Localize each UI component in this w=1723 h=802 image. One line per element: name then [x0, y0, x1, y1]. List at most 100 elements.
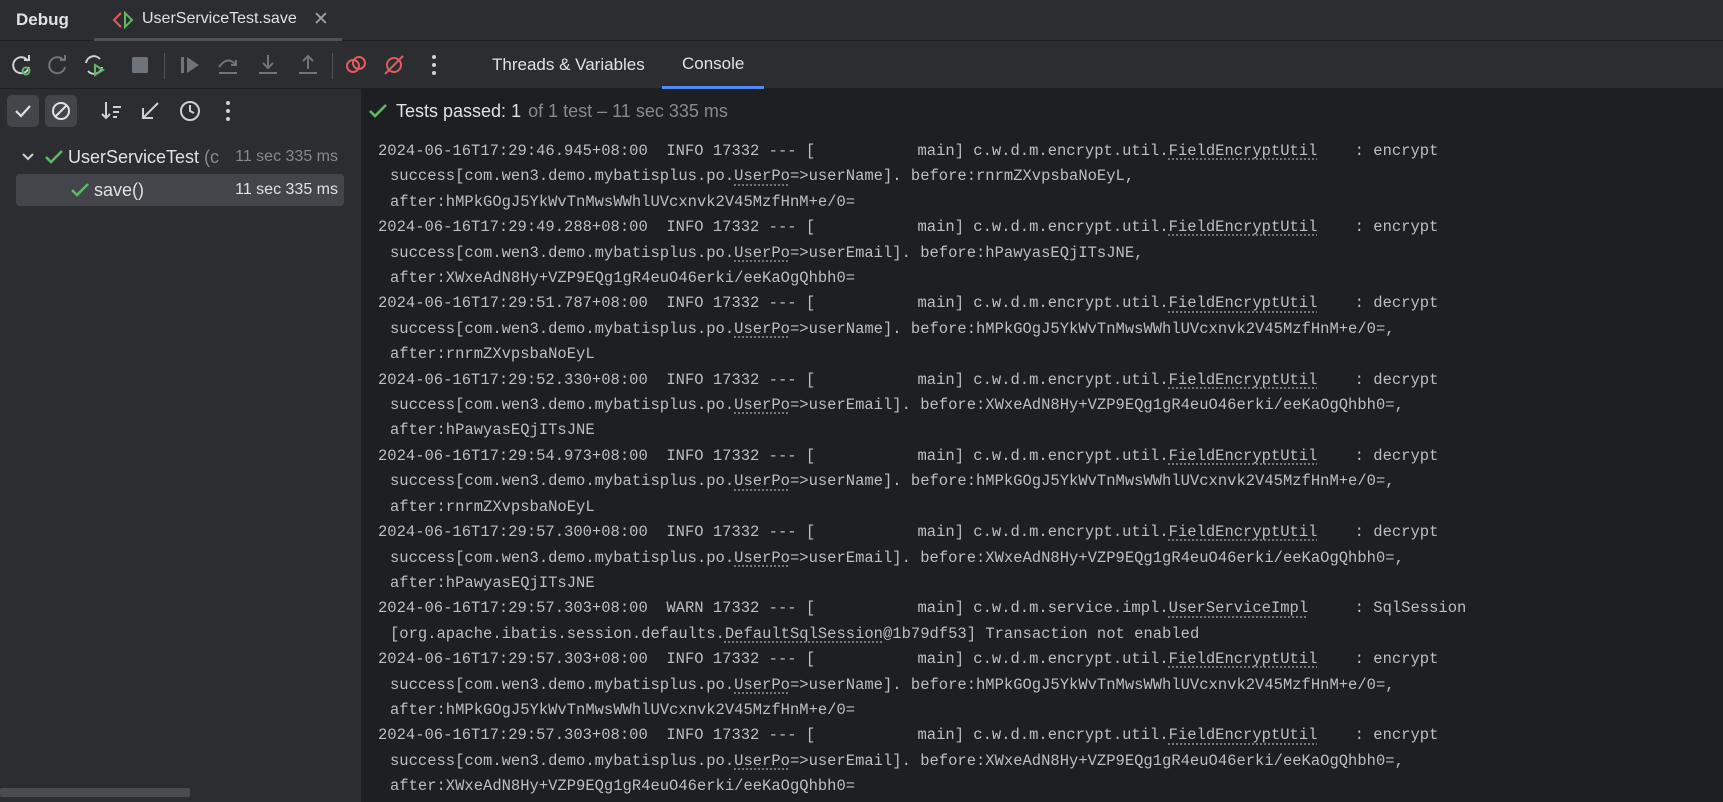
log-line: 2024-06-16T17:29:57.303+08:00 INFO 17332…	[378, 650, 1438, 668]
class-link[interactable]: UserServiceImpl	[1169, 599, 1309, 617]
class-link[interactable]: FieldEncryptUtil	[1169, 650, 1318, 668]
test-tree-panel: UserServiceTest (c 11 sec 335 ms save() …	[0, 89, 362, 802]
check-icon	[368, 102, 388, 120]
console-output[interactable]: 2024-06-16T17:29:46.945+08:00 INFO 17332…	[378, 139, 1718, 800]
log-line: 2024-06-16T17:29:49.288+08:00 INFO 17332…	[378, 218, 1438, 236]
class-link[interactable]: FieldEncryptUtil	[1169, 447, 1318, 465]
log-line: 2024-06-16T17:29:52.330+08:00 INFO 17332…	[378, 371, 1438, 389]
log-text: =>userEmail]. before:XWxeAdN8Hy+VZP9EQg1…	[789, 396, 1404, 415]
class-link[interactable]: UserPo	[734, 320, 790, 338]
log-tail: : SqlSession	[1308, 599, 1467, 618]
class-link[interactable]: UserPo	[734, 167, 790, 185]
stop-icon[interactable]	[126, 51, 154, 79]
class-link[interactable]: FieldEncryptUtil	[1169, 294, 1318, 312]
log-line: 2024-06-16T17:29:57.303+08:00 INFO 17332…	[378, 726, 1438, 744]
log-text: success[com.wen3.demo.mybatisplus.po.	[390, 472, 735, 491]
close-icon[interactable]: ✕	[313, 8, 329, 31]
class-link[interactable]: UserPo	[734, 396, 790, 414]
tree-item-suite[interactable]: UserServiceTest (c 11 sec 335 ms	[16, 141, 344, 173]
log-text: =>userName]. before:hMPkGOgJ5YkWvTnMwsWW…	[789, 472, 1395, 491]
log-line: 2024-06-16T17:29:54.973+08:00 INFO 17332…	[378, 447, 1438, 465]
chevron-down-icon[interactable]	[16, 152, 40, 162]
resume-icon[interactable]	[176, 51, 204, 79]
rerun-failed-icon[interactable]	[44, 51, 72, 79]
console-panel: Tests passed: 1 of 1 test – 11 sec 335 m…	[362, 89, 1723, 802]
log-line: [org.apache.ibatis.session.defaults.Defa…	[378, 622, 1718, 647]
suite-suffix: (c	[204, 146, 220, 167]
horizontal-scrollbar[interactable]	[0, 788, 190, 797]
step-into-icon[interactable]	[254, 51, 282, 79]
history-icon[interactable]	[174, 95, 206, 127]
log-text: success[com.wen3.demo.mybatisplus.po.	[390, 396, 735, 415]
log-line: success[com.wen3.demo.mybatisplus.po.Use…	[378, 317, 1718, 342]
view-breakpoints-icon[interactable]	[342, 51, 370, 79]
class-link[interactable]: DefaultSqlSession	[725, 625, 883, 643]
status-label: Tests passed:	[396, 100, 507, 121]
class-link[interactable]: FieldEncryptUtil	[1169, 726, 1318, 744]
log-tail: : decrypt	[1317, 294, 1439, 313]
log-line: success[com.wen3.demo.mybatisplus.po.Use…	[378, 673, 1718, 698]
log-tail: : encrypt	[1317, 142, 1439, 160]
log-entry: 2024-06-16T17:29:57.300+08:00 INFO 17332…	[378, 520, 1718, 596]
log-entry: 2024-06-16T17:29:54.973+08:00 INFO 17332…	[378, 444, 1718, 520]
class-link[interactable]: UserPo	[734, 676, 790, 694]
editor-tab[interactable]: UserServiceTest.save ✕	[94, 0, 342, 41]
log-tail: : encrypt	[1317, 218, 1439, 237]
class-link[interactable]: FieldEncryptUtil	[1169, 371, 1318, 389]
log-tail: : decrypt	[1317, 446, 1439, 465]
log-line: after:hPawyasEQjITsJNE	[390, 421, 595, 440]
tab-label: UserServiceTest.save	[142, 10, 297, 27]
log-line: success[com.wen3.demo.mybatisplus.po.Use…	[378, 469, 1718, 494]
log-line: 2024-06-16T17:29:57.300+08:00 INFO 17332…	[378, 523, 1438, 541]
log-text: =>userEmail]. before:hPawyasEQjITsJNE,	[789, 243, 1144, 262]
class-link[interactable]: UserPo	[734, 752, 790, 770]
log-tail: : encrypt	[1317, 650, 1439, 669]
step-over-icon[interactable]	[214, 51, 242, 79]
log-line: 2024-06-16T17:29:57.303+08:00 WARN 17332…	[378, 599, 1466, 617]
test-status-bar: Tests passed: 1 of 1 test – 11 sec 335 m…	[368, 89, 728, 133]
tree-item-test[interactable]: save() 11 sec 335 ms	[16, 174, 344, 206]
log-line: after:hMPkGOgJ5YkWvTnMwsWWhlUVcxnvk2V45M…	[390, 700, 856, 719]
log-entry: 2024-06-16T17:29:57.303+08:00 WARN 17332…	[378, 596, 1718, 647]
class-link[interactable]: FieldEncryptUtil	[1169, 218, 1318, 236]
toggle-auto-test-icon[interactable]	[80, 51, 108, 79]
log-head: 2024-06-16T17:29:57.303+08:00 INFO 17332…	[378, 650, 1169, 669]
log-entry: 2024-06-16T17:29:57.303+08:00 INFO 17332…	[378, 723, 1718, 799]
class-link[interactable]: UserPo	[734, 472, 790, 490]
log-text: [org.apache.ibatis.session.defaults.	[390, 624, 725, 643]
log-head: 2024-06-16T17:29:49.288+08:00 INFO 17332…	[378, 218, 1169, 237]
log-line: 2024-06-16T17:29:46.945+08:00 INFO 17332…	[378, 142, 1438, 160]
test-tree-toolbar	[0, 89, 362, 133]
class-link[interactable]: FieldEncryptUtil	[1169, 523, 1318, 541]
log-line: after:rnrmZXvpsbaNoEyL	[390, 497, 595, 516]
mute-breakpoints-icon[interactable]	[380, 51, 408, 79]
status-detail: of 1 test – 11 sec 335 ms	[528, 100, 728, 121]
tab-console[interactable]: Console	[662, 41, 765, 89]
check-icon	[40, 148, 68, 166]
log-head: 2024-06-16T17:29:57.303+08:00 INFO 17332…	[378, 726, 1169, 745]
sort-icon[interactable]	[96, 95, 128, 127]
log-text: success[com.wen3.demo.mybatisplus.po.	[390, 167, 735, 186]
title-bar: Debug UserServiceTest.save ✕	[0, 0, 1723, 41]
rerun-icon[interactable]	[8, 51, 36, 79]
step-out-icon[interactable]	[294, 51, 322, 79]
show-ignored-icon[interactable]	[45, 95, 77, 127]
log-entry: 2024-06-16T17:29:49.288+08:00 INFO 17332…	[378, 215, 1718, 291]
log-text: =>userEmail]. before:XWxeAdN8Hy+VZP9EQg1…	[789, 751, 1404, 770]
tab-threads-variables[interactable]: Threads & Variables	[472, 41, 665, 89]
log-line: 2024-06-16T17:29:51.787+08:00 INFO 17332…	[378, 294, 1438, 312]
class-link[interactable]: FieldEncryptUtil	[1169, 142, 1318, 160]
collapse-icon[interactable]	[134, 95, 166, 127]
class-link[interactable]: UserPo	[734, 244, 790, 262]
more-options-icon[interactable]	[212, 95, 244, 127]
log-text: success[com.wen3.demo.mybatisplus.po.	[390, 548, 735, 567]
run-config-icon	[112, 10, 136, 30]
test-name: save()	[94, 179, 145, 200]
log-tail: : decrypt	[1317, 370, 1439, 389]
log-text: success[com.wen3.demo.mybatisplus.po.	[390, 243, 735, 262]
show-passed-icon[interactable]	[7, 95, 39, 127]
class-link[interactable]: UserPo	[734, 549, 790, 567]
toolbar-separator	[332, 53, 333, 79]
more-options-icon[interactable]	[420, 51, 448, 79]
log-line: after:hPawyasEQjITsJNE	[390, 573, 595, 592]
